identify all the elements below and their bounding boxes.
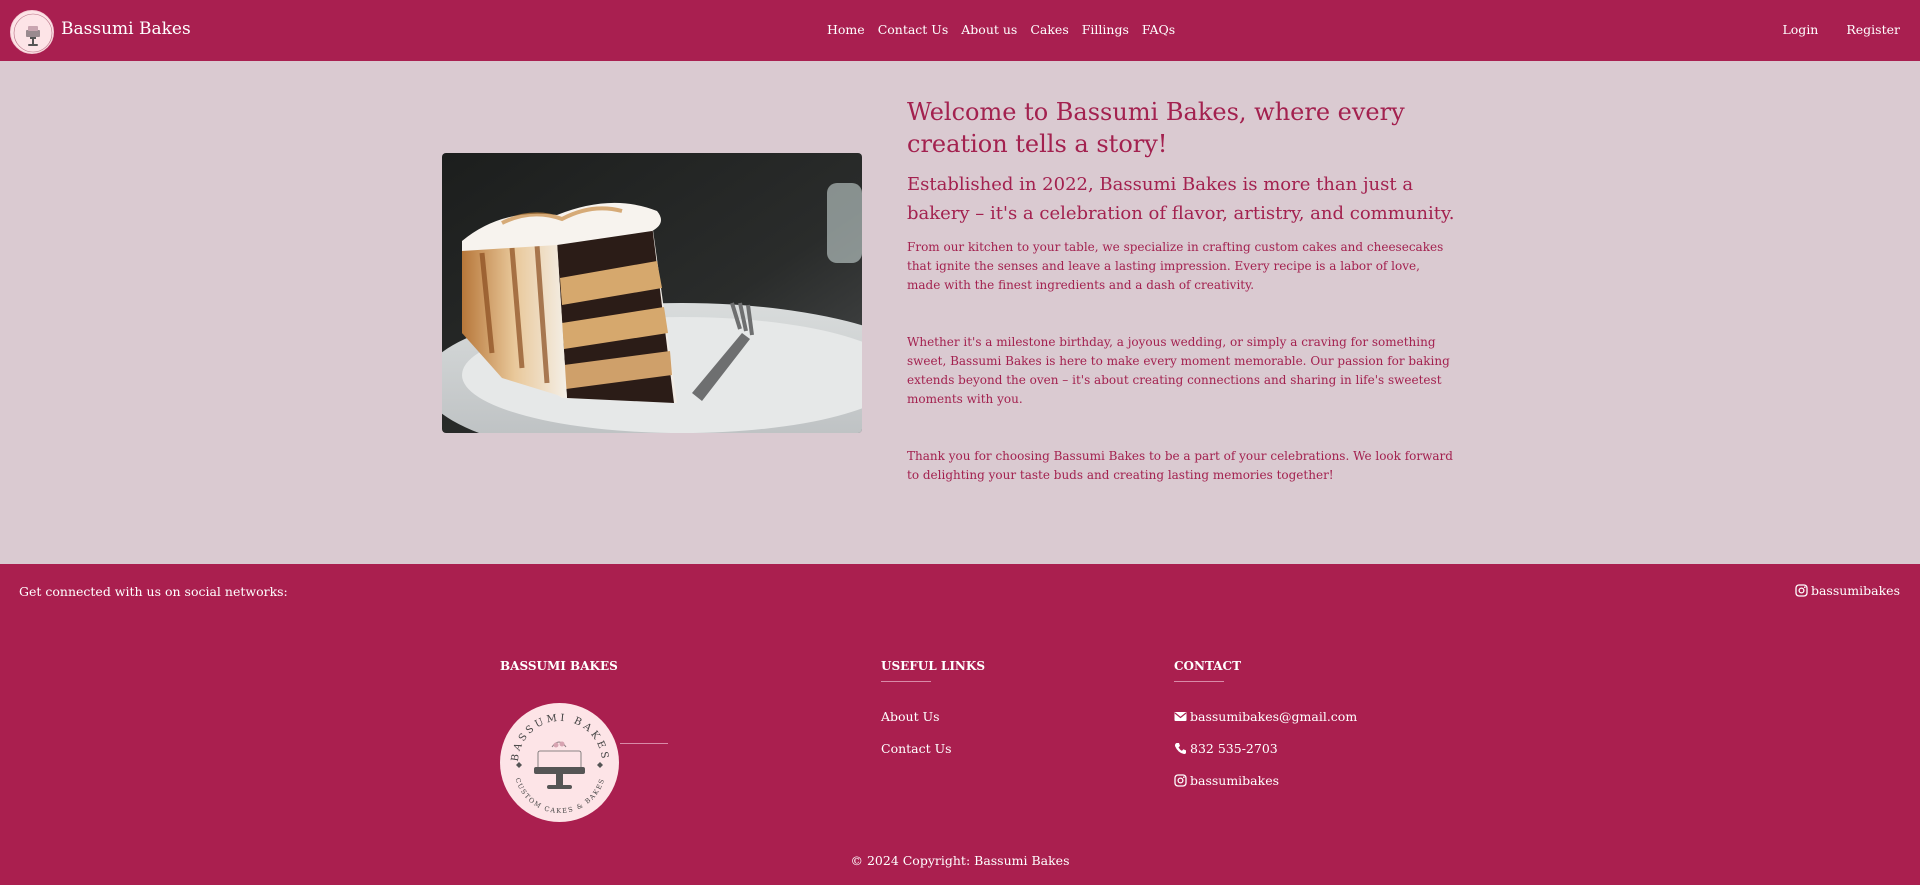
copyright: © 2024 Copyright: Bassumi Bakes	[850, 853, 1070, 868]
nav-fillings[interactable]: Fillings	[1082, 22, 1129, 37]
nav-faqs[interactable]: FAQs	[1142, 22, 1175, 37]
contact-phone-text: 832 535-2703	[1190, 741, 1278, 756]
envelope-icon	[1174, 710, 1187, 723]
footer-brand-heading: BASSUMI BAKES	[500, 659, 618, 673]
footer-link-about-us[interactable]: About Us	[881, 709, 940, 724]
hero-subtitle: Established in 2022, Bassumi Bakes is mo…	[907, 174, 1455, 224]
hero-cake-image	[442, 153, 862, 433]
hero-text: Welcome to Bassumi Bakes, where every cr…	[907, 96, 1457, 485]
footer-links-heading: USEFUL LINKS	[881, 659, 985, 673]
instagram-icon	[1174, 774, 1187, 787]
contact-instagram[interactable]: bassumibakes	[1174, 773, 1279, 788]
svg-text:BASSUMI BAKES: BASSUMI BAKES	[510, 713, 610, 763]
social-text: Get connected with us on social networks…	[19, 584, 288, 599]
footer-logo-text-top: BASSUMI BAKES	[510, 713, 607, 763]
social-handle: bassumibakes	[1810, 583, 1900, 598]
contact-email-text: bassumibakes@gmail.com	[1190, 709, 1358, 724]
nav-cakes[interactable]: Cakes	[1030, 22, 1068, 37]
footer-logo: BASSUMI BAKES CUSTOM CAKES & BAKES	[500, 703, 619, 822]
register-link[interactable]: Register	[1846, 22, 1900, 37]
auth-links: Login Register	[1782, 22, 1900, 37]
main-nav: Home Contact Us About us Cakes Fillings …	[827, 22, 1175, 37]
hero-title: Welcome to Bassumi Bakes, where every cr…	[907, 98, 1405, 158]
navbar: Bassumi Bakes Home Contact Us About us C…	[0, 0, 1920, 61]
brand-name[interactable]: Bassumi Bakes	[61, 19, 191, 39]
contact-phone[interactable]: 832 535-2703	[1174, 741, 1278, 756]
brand-logo[interactable]	[10, 10, 54, 54]
social-instagram-link[interactable]: bassumibakes	[1795, 583, 1900, 598]
footer-contact-rule	[1174, 681, 1224, 682]
phone-icon	[1174, 742, 1187, 755]
footer-divider	[620, 743, 668, 744]
hero-paragraph-3: Thank you for choosing Bassumi Bakes to …	[907, 449, 1453, 482]
contact-email[interactable]: bassumibakes@gmail.com	[1174, 709, 1357, 724]
footer: Get connected with us on social networks…	[0, 564, 1920, 885]
login-link[interactable]: Login	[1782, 22, 1818, 37]
nav-home[interactable]: Home	[827, 22, 865, 37]
nav-about-us[interactable]: About us	[961, 22, 1017, 37]
instagram-icon	[1795, 584, 1808, 597]
footer-links-rule	[881, 681, 931, 682]
footer-link-contact-us[interactable]: Contact Us	[881, 741, 952, 756]
hero-paragraph-1: From our kitchen to your table, we speci…	[907, 240, 1444, 292]
nav-contact-us[interactable]: Contact Us	[878, 22, 949, 37]
contact-instagram-text: bassumibakes	[1190, 773, 1280, 788]
hero-paragraph-2: Whether it's a milestone birthday, a joy…	[907, 335, 1450, 406]
footer-contact-heading: CONTACT	[1174, 659, 1242, 673]
